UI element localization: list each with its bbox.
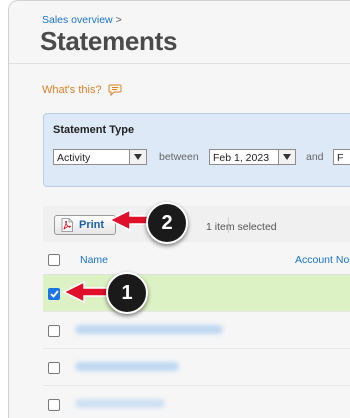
chevron-down-icon	[129, 150, 146, 164]
row-checkbox[interactable]	[48, 325, 60, 337]
checkmark-icon	[49, 290, 59, 298]
breadcrumb-sales-overview-link[interactable]: Sales overview	[42, 14, 113, 26]
redacted-name	[75, 399, 165, 408]
row-checkbox[interactable]	[48, 362, 60, 374]
chevron-down-icon	[278, 150, 295, 164]
redacted-name	[75, 362, 179, 371]
from-date-select[interactable]: Feb 1, 2023	[209, 149, 296, 165]
to-date-select[interactable]: F	[333, 149, 350, 165]
to-date-value: F	[337, 152, 344, 164]
select-all-checkbox[interactable]	[48, 254, 60, 266]
callout-number-1: 1	[106, 272, 148, 314]
column-header-account-no[interactable]: Account No.	[295, 254, 350, 266]
page-title: Statements	[40, 26, 178, 56]
and-label: and	[306, 151, 324, 163]
whats-this-link[interactable]: What's this?	[42, 84, 122, 96]
callout-arrow-1	[62, 280, 111, 304]
statement-type-value: Activity	[57, 152, 91, 164]
header-divider	[9, 63, 350, 64]
pdf-icon	[61, 218, 73, 232]
column-header-name[interactable]: Name	[80, 254, 108, 266]
breadcrumb-separator: >	[115, 14, 122, 26]
row-checkbox[interactable]	[48, 288, 60, 300]
between-label: between	[159, 151, 199, 163]
callout-number-2: 2	[146, 202, 188, 244]
statement-type-select[interactable]: Activity	[53, 149, 147, 165]
whats-this-label: What's this?	[42, 84, 102, 96]
redacted-name	[75, 325, 223, 334]
table-header: Name Account No.	[43, 246, 350, 275]
row-checkbox[interactable]	[48, 399, 60, 411]
table-row[interactable]	[43, 386, 350, 418]
table-row[interactable]	[43, 349, 350, 386]
selection-count: 1 item selected	[206, 221, 277, 233]
print-label: Print	[79, 219, 105, 231]
table-row[interactable]	[43, 312, 350, 349]
statement-type-heading: Statement Type	[53, 124, 135, 136]
speech-bubble-icon	[108, 84, 122, 96]
breadcrumb: Sales overview >	[42, 14, 122, 26]
statements-toolbar: Print	[43, 206, 350, 242]
statement-filter-panel: Statement Type Activity between Feb 1, 2…	[43, 113, 350, 187]
from-date-value: Feb 1, 2023	[213, 152, 270, 164]
print-button[interactable]: Print	[54, 215, 116, 235]
